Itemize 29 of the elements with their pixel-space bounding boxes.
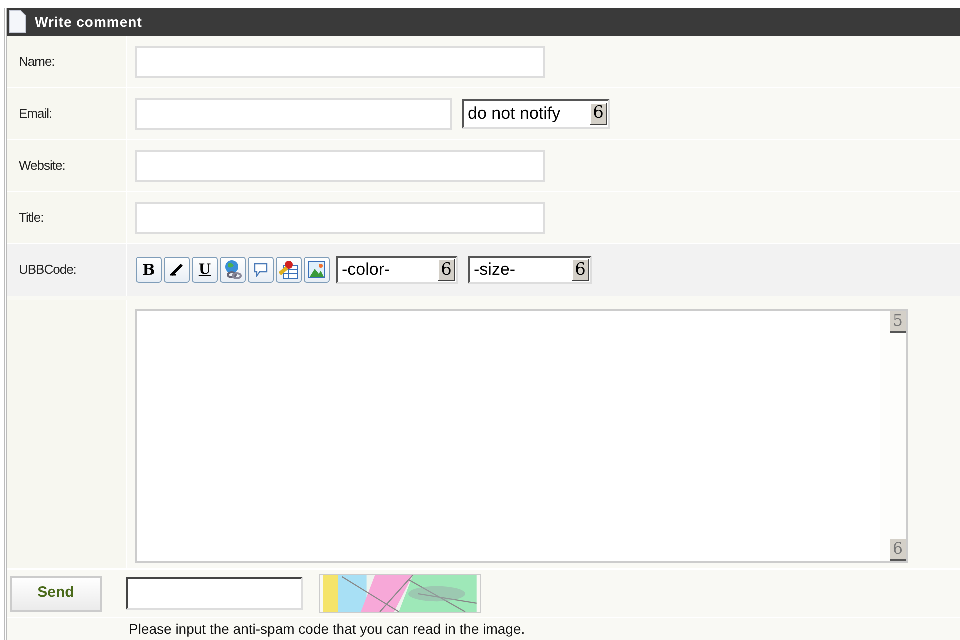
image-icon	[308, 261, 326, 279]
speech-bubble-icon	[253, 263, 269, 277]
field-label: Email:	[19, 104, 52, 123]
text-field[interactable]	[135, 46, 545, 78]
send-button[interactable]: Send	[10, 576, 102, 612]
document-icon	[9, 10, 27, 34]
quote-button[interactable]	[248, 257, 274, 283]
field-label: Title:	[19, 208, 44, 227]
text-field[interactable]	[135, 202, 545, 234]
text-field[interactable]	[135, 98, 452, 130]
image-button[interactable]	[304, 257, 330, 283]
italic-button[interactable]	[164, 257, 190, 283]
captcha-field[interactable]	[126, 577, 303, 610]
field-label: Name:	[19, 52, 55, 71]
underline-button[interactable]: U	[192, 257, 218, 283]
italic-icon	[170, 264, 184, 276]
bold-button[interactable]: B	[136, 257, 162, 283]
field-label: UBBCode:	[19, 261, 76, 280]
code-button[interactable]	[276, 257, 302, 283]
globe-link-icon	[224, 260, 242, 280]
table-pin-icon	[279, 260, 299, 280]
dropdown[interactable]: do not notify 6	[462, 98, 610, 128]
text-field[interactable]	[135, 150, 545, 182]
header-title: Write comment	[35, 12, 142, 32]
dropdown[interactable]: -color- 6	[336, 256, 458, 284]
dropdown[interactable]: -size- 6	[468, 256, 592, 284]
link-button[interactable]	[220, 257, 246, 283]
field-label: Website:	[19, 156, 66, 175]
captcha-hint: Please input the anti-spam code that you can read in the image.	[128, 620, 526, 639]
